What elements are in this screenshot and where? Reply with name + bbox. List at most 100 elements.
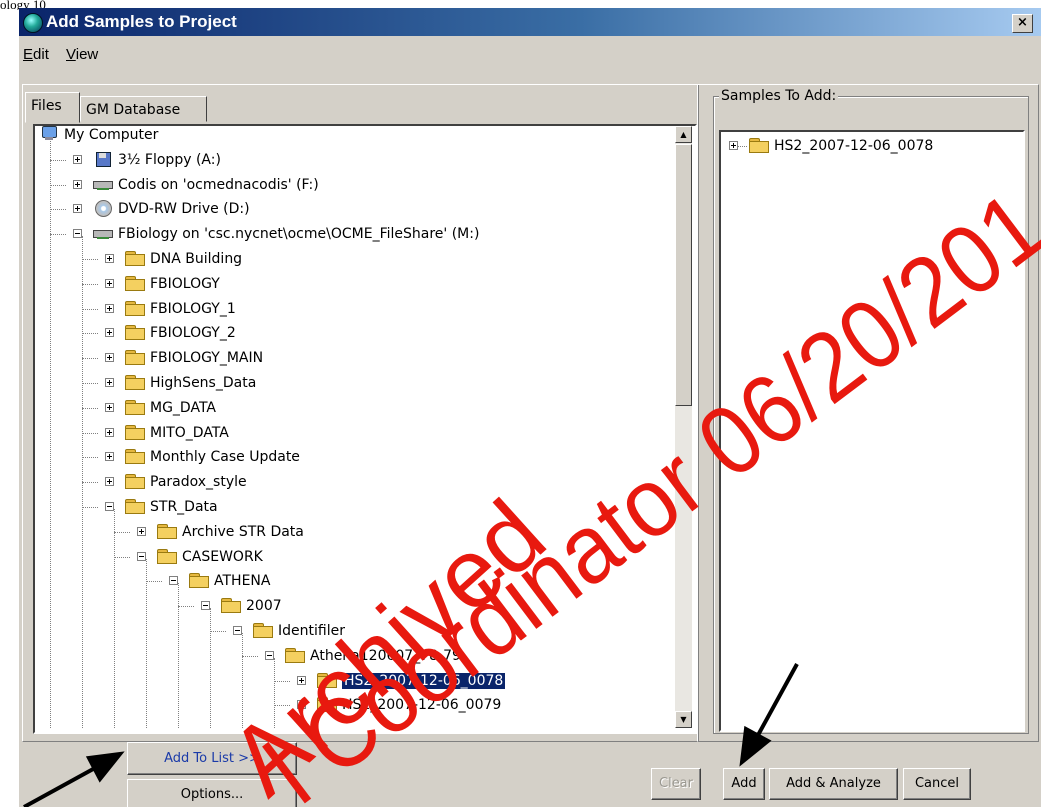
expand-plus-icon[interactable] xyxy=(105,279,114,288)
cancel-button[interactable]: Cancel xyxy=(903,768,971,800)
folder-icon xyxy=(317,673,337,688)
tab-gm-database[interactable]: GM Database xyxy=(80,96,207,122)
tree-item[interactable]: DNA Building xyxy=(105,247,243,271)
tree-item[interactable]: STR_Data xyxy=(105,495,218,519)
tree-connector xyxy=(114,532,130,533)
collapse-minus-icon[interactable] xyxy=(169,576,178,585)
collapse-minus-icon[interactable] xyxy=(265,651,274,660)
expand-plus-icon[interactable] xyxy=(105,328,114,337)
collapse-minus-icon[interactable] xyxy=(137,552,146,561)
tree-item[interactable]: FBiology on 'csc.nycnet\ocme\OCME_FileSh… xyxy=(73,222,480,246)
scroll-thumb[interactable] xyxy=(675,144,692,406)
tree-item-label: 2007 xyxy=(246,598,282,614)
expand-plus-icon[interactable] xyxy=(297,676,306,685)
tree-item[interactable]: Athena120607_78-79 xyxy=(265,644,461,668)
expand-plus-icon[interactable] xyxy=(105,477,114,486)
tree-item[interactable]: FBIOLOGY_MAIN xyxy=(105,346,263,370)
tree-item-label: Identifiler xyxy=(278,623,345,639)
tree-item[interactable]: 2007 xyxy=(201,594,282,618)
expand-plus-icon[interactable] xyxy=(73,180,82,189)
collapse-minus-icon[interactable] xyxy=(105,502,114,511)
tree-connector xyxy=(82,259,98,260)
tree-item[interactable]: HS2_2007-12-06_0078 xyxy=(297,669,506,693)
tree-item-label: DNA Building xyxy=(150,251,243,267)
tree-item[interactable]: MITO_DATA xyxy=(105,421,229,445)
tree-connector xyxy=(146,581,162,582)
add-button[interactable]: Add xyxy=(723,768,765,800)
tree-item[interactable]: Codis on 'ocmednacodis' (F:) xyxy=(73,173,319,197)
file-tree[interactable]: My Computer 3½ Floppy (A:) Codis on 'ocmed… xyxy=(33,124,697,734)
tree-item[interactable]: My Computer xyxy=(39,126,158,147)
sample-item-label: HS2_2007-12-06_0078 xyxy=(774,138,934,154)
tree-item[interactable]: Monthly Case Update xyxy=(105,445,300,469)
tree-item-label: Codis on 'ocmednacodis' (F:) xyxy=(118,177,319,193)
folder-icon xyxy=(125,325,145,340)
tree-item[interactable]: Paradox_style xyxy=(105,470,247,494)
collapse-minus-icon[interactable] xyxy=(201,601,210,610)
collapse-minus-icon[interactable] xyxy=(233,626,242,635)
clear-button: Clear xyxy=(651,768,701,800)
tree-item-label: FBiology on 'csc.nycnet\ocme\OCME_FileSh… xyxy=(118,226,480,242)
tree-item-label: 3½ Floppy (A:) xyxy=(118,152,221,168)
tree-item[interactable]: 3½ Floppy (A:) xyxy=(73,148,221,172)
folder-icon xyxy=(125,400,145,415)
expand-plus-icon[interactable] xyxy=(73,155,82,164)
tab-files[interactable]: Files xyxy=(25,92,80,123)
tree-item-label: Athena120607_78-79 xyxy=(310,648,461,664)
expand-plus-icon[interactable] xyxy=(105,403,114,412)
folder-icon xyxy=(285,648,305,663)
tree-connector xyxy=(82,433,98,434)
tree-connector xyxy=(114,557,130,558)
tree-item[interactable]: HS2_2007-12-06_0079 xyxy=(297,693,501,717)
tree-item-label: Archive STR Data xyxy=(182,524,304,540)
samples-to-add-list[interactable]: HS2_2007-12-06_0078 xyxy=(719,130,1025,732)
menu-view[interactable]: View xyxy=(66,46,98,63)
tree-item[interactable]: HighSens_Data xyxy=(105,371,257,395)
tree-item[interactable]: FBIOLOGY_1 xyxy=(105,297,236,321)
network-drive-icon xyxy=(93,225,113,241)
options-button[interactable]: Options... xyxy=(127,779,297,807)
tree-item[interactable]: Identifiler xyxy=(233,619,345,643)
menu-view-label: iew xyxy=(75,46,99,63)
tree-item[interactable]: ATHENA xyxy=(169,569,270,593)
expand-plus-icon[interactable] xyxy=(73,204,82,213)
folder-icon xyxy=(221,598,241,613)
tree-connector xyxy=(737,146,747,147)
add-analyze-button[interactable]: Add & Analyze xyxy=(769,768,898,800)
tree-item[interactable]: FBIOLOGY xyxy=(105,272,220,296)
tree-item[interactable]: Archive STR Data xyxy=(137,520,304,544)
tree-item[interactable]: MG_DATA xyxy=(105,396,216,420)
folder-icon xyxy=(189,573,209,588)
expand-plus-icon[interactable] xyxy=(297,700,306,709)
add-to-list-button[interactable]: Add To List >> xyxy=(127,742,297,775)
tree-connector xyxy=(50,185,66,186)
menu-edit[interactable]: Edit xyxy=(23,46,49,63)
scroll-down-button[interactable]: ▼ xyxy=(675,711,692,728)
sample-item[interactable]: HS2_2007-12-06_0078 xyxy=(729,134,934,158)
tree-item-label: FBIOLOGY_2 xyxy=(150,325,236,341)
folder-icon xyxy=(749,138,769,153)
tree-scrollbar[interactable]: ▲ ▼ xyxy=(675,126,692,728)
tree-item[interactable]: CASEWORK xyxy=(137,545,263,569)
tree-connector xyxy=(82,236,83,728)
scroll-up-button[interactable]: ▲ xyxy=(675,126,692,143)
tree-item[interactable]: FBIOLOGY_2 xyxy=(105,321,236,345)
expand-plus-icon[interactable] xyxy=(105,254,114,263)
tree-connector xyxy=(274,658,275,728)
tree-item-label: HighSens_Data xyxy=(150,375,257,391)
tree-item-label: HS2_2007-12-06_0078 xyxy=(342,673,506,689)
expand-plus-icon[interactable] xyxy=(105,304,114,313)
expand-plus-icon[interactable] xyxy=(105,378,114,387)
tree-item[interactable]: DVD-RW Drive (D:) xyxy=(73,197,250,221)
expand-plus-icon[interactable] xyxy=(137,527,146,536)
collapse-minus-icon[interactable] xyxy=(73,229,82,238)
folder-icon xyxy=(125,251,145,266)
close-button[interactable]: × xyxy=(1012,14,1033,33)
tree-item-label: Monthly Case Update xyxy=(150,449,300,465)
tree-connector xyxy=(242,633,243,728)
title-bar[interactable]: Add Samples to Project × xyxy=(19,8,1041,36)
add-samples-dialog: Add Samples to Project × Edit View Files… xyxy=(19,8,1041,807)
expand-plus-icon[interactable] xyxy=(105,353,114,362)
expand-plus-icon[interactable] xyxy=(105,452,114,461)
expand-plus-icon[interactable] xyxy=(105,428,114,437)
